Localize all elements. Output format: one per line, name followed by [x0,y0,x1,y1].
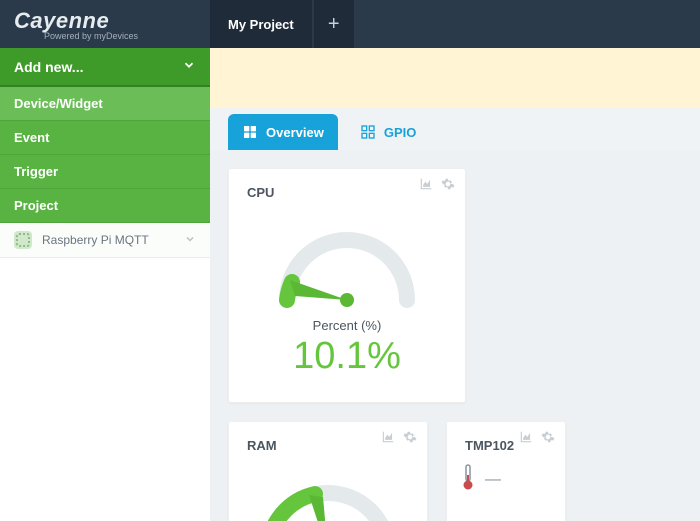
cpu-gauge [229,204,465,310]
chart-icon[interactable] [381,430,395,447]
project-tab[interactable]: My Project [210,0,312,48]
widget-value: — [485,471,501,489]
gpio-icon [360,124,376,140]
grid-icon [242,124,258,140]
menu-item-trigger[interactable]: Trigger [0,155,210,189]
widget-value: 10.1% [229,335,465,378]
sidebar: Add new... Device/Widget Event Trigger P… [0,48,210,521]
device-label: Raspberry Pi MQTT [42,233,149,247]
gear-icon[interactable] [441,177,455,194]
menu-item-project[interactable]: Project [0,189,210,223]
raspberry-pi-icon [14,231,32,249]
gear-icon[interactable] [541,430,555,447]
notification-banner [210,48,700,108]
device-row-raspberry-pi[interactable]: Raspberry Pi MQTT [0,223,210,258]
add-new-dropdown[interactable]: Add new... [0,48,210,87]
widget-tmp102[interactable]: TMP102 — [446,421,566,521]
thermometer-icon [461,463,475,496]
chart-icon[interactable] [419,177,433,194]
menu-item-label: Device/Widget [14,96,103,111]
menu-item-event[interactable]: Event [0,121,210,155]
add-project-button[interactable]: + [314,0,354,48]
chart-icon[interactable] [519,430,533,447]
brand-subtitle: Powered by myDevices [14,31,210,41]
tab-overview[interactable]: Overview [228,114,338,150]
chevron-down-icon [184,233,196,248]
gear-icon[interactable] [403,430,417,447]
project-tab-label: My Project [228,17,294,32]
menu-item-label: Event [14,130,49,145]
tab-label: GPIO [384,125,417,140]
ram-gauge [229,457,427,521]
logo: Cayenne Powered by myDevices [0,8,210,41]
menu-item-label: Project [14,198,58,213]
add-new-label: Add new... [14,59,83,75]
menu-item-label: Trigger [14,164,58,179]
tab-gpio[interactable]: GPIO [346,114,431,150]
tabbar: Overview GPIO [210,108,700,150]
menu-item-device-widget[interactable]: Device/Widget [0,87,210,121]
chevron-down-icon [182,58,196,75]
tab-label: Overview [266,125,324,140]
widget-cpu[interactable]: CPU Percent (%) 10.1% [228,168,466,403]
widget-unit: Percent (%) [229,318,465,333]
plus-icon: + [328,13,340,36]
widget-ram[interactable]: RAM MB 337.82 [228,421,428,521]
